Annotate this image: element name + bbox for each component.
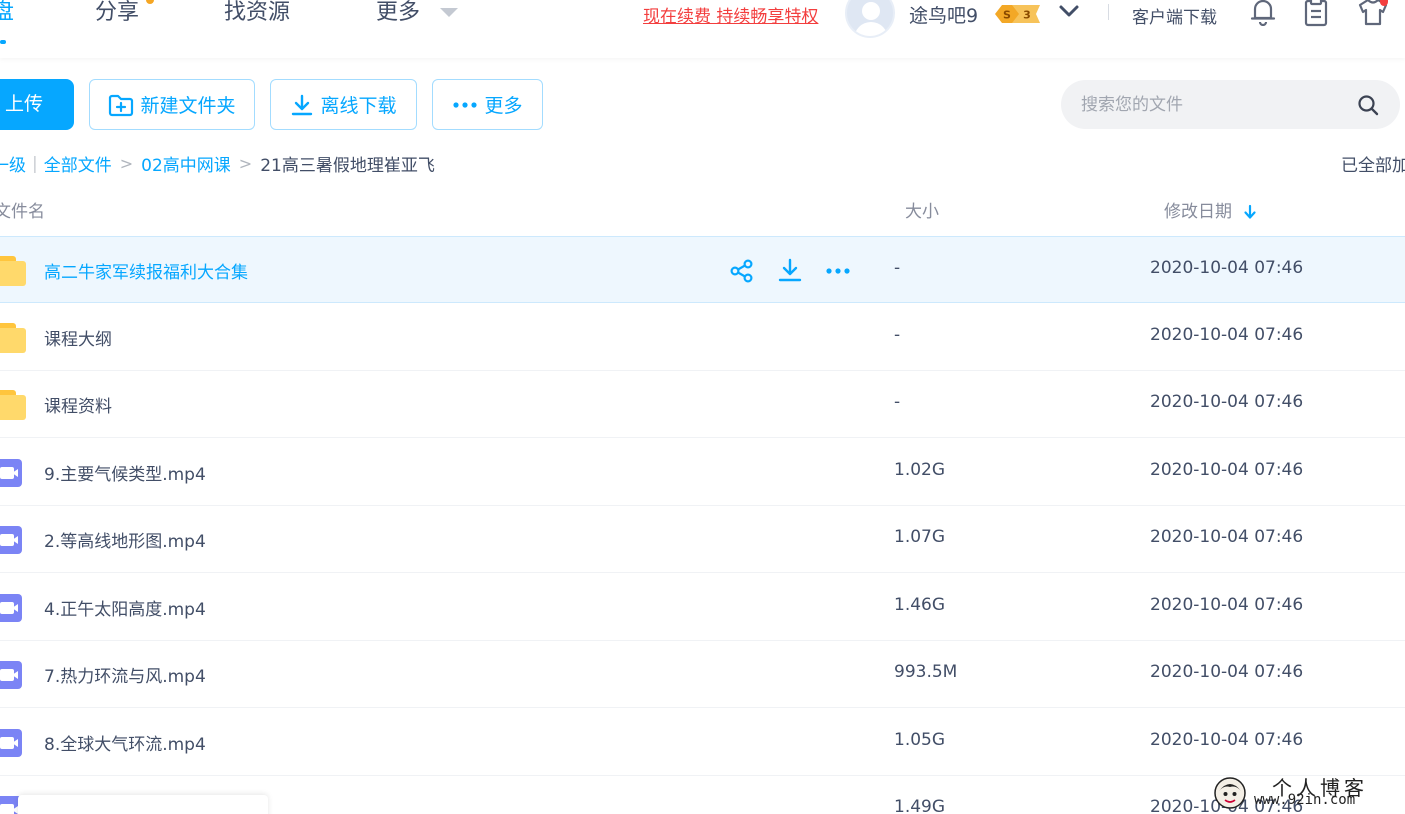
search-input[interactable] (1081, 80, 1341, 129)
file-size: 1.07G (894, 527, 946, 547)
file-size: - (894, 258, 901, 278)
file-modified-date: 2020-10-04 07:46 (1150, 258, 1304, 278)
loaded-status: 已全部加 (1341, 156, 1405, 176)
top-nav: 盘 分享 找资源 更多 现在续费 持续畅享特权 途鸟吧9 S 3 客户端下载 (0, 0, 1405, 58)
table-row[interactable]: 课程资料 - 2020-10-04 07:46 (0, 371, 1405, 438)
more-actions-button[interactable]: 更多 (432, 79, 543, 130)
download-icon[interactable] (777, 258, 803, 284)
tab-find-resources[interactable]: 找资源 (224, 0, 290, 26)
offline-download-button[interactable]: 离线下载 (270, 79, 417, 130)
toast-popup (18, 795, 268, 814)
file-name[interactable]: 9.主要气候类型.mp4 (44, 460, 206, 485)
nav-divider (1108, 4, 1109, 20)
tab-more[interactable]: 更多 (376, 0, 420, 26)
file-name[interactable]: 4.正午太阳高度.mp4 (44, 595, 206, 620)
file-size: 1.49G (894, 797, 946, 814)
blog-logo-icon (1214, 777, 1246, 809)
new-folder-button[interactable]: 新建文件夹 (89, 79, 255, 130)
table-row[interactable]: 课程大纲 - 2020-10-04 07:46 (0, 304, 1405, 371)
chevron-down-icon[interactable] (1058, 2, 1080, 20)
breadcrumb-separator: > (238, 154, 253, 173)
video-file-icon (0, 660, 26, 690)
username[interactable]: 途鸟吧9 (909, 1, 978, 28)
sort-desc-icon[interactable] (1243, 204, 1257, 220)
file-modified-date: 2020-10-04 07:46 (1150, 324, 1304, 345)
breadcrumb-item-all-files[interactable]: 全部文件 (44, 151, 112, 176)
more-actions-label: 更多 (484, 95, 523, 117)
ellipsis-icon[interactable] (825, 258, 851, 284)
file-size: 993.5M (894, 662, 958, 682)
table-row[interactable]: 4.正午太阳高度.mp4 1.46G 2020-10-04 07:46 (0, 574, 1405, 641)
breadcrumb-divider: | (32, 153, 38, 174)
new-folder-icon (109, 94, 134, 116)
column-header-date-label: 修改日期 (1164, 202, 1232, 222)
breadcrumb: 一级 | 全部文件 > 02高中网课 > 21高三暑假地理崔亚飞 (0, 151, 435, 177)
vip-letter: S (1003, 9, 1011, 22)
file-modified-date: 2020-10-04 07:46 (1150, 459, 1304, 480)
avatar[interactable] (845, 0, 895, 38)
tab-netdisk[interactable]: 盘 (0, 0, 14, 26)
search-box (1061, 80, 1400, 129)
file-modified-date: 2020-10-04 07:46 (1150, 729, 1304, 750)
file-modified-date: 2020-10-04 07:46 (1150, 662, 1304, 682)
bell-icon[interactable] (1250, 0, 1276, 26)
share-notice-dot (146, 0, 154, 4)
file-modified-date: 2020-10-04 07:46 (1150, 594, 1304, 615)
breadcrumb-separator: > (119, 154, 134, 173)
column-header-date[interactable]: 修改日期 (1164, 197, 1257, 222)
table-row[interactable]: 2.等高线地形图.mp4 1.07G 2020-10-04 07:46 (0, 506, 1405, 573)
share-icon[interactable] (729, 258, 755, 284)
file-size: 1.05G (894, 729, 946, 750)
breadcrumb-item-course[interactable]: 02高中网课 (141, 151, 231, 176)
breadcrumb-up-link[interactable]: 一级 (0, 151, 26, 176)
search-icon[interactable] (1357, 94, 1379, 116)
upload-button[interactable]: 上传 (0, 79, 74, 130)
new-folder-label: 新建文件夹 (140, 95, 236, 117)
file-size: 1.02G (894, 459, 946, 480)
folder-icon (0, 256, 26, 286)
file-size: - (894, 392, 901, 412)
column-header-name[interactable]: 文件名 (0, 197, 45, 222)
renew-vip-link[interactable]: 现在续费 持续畅享特权 (643, 2, 818, 27)
file-name[interactable]: 课程资料 (44, 392, 112, 417)
breadcrumb-current: 21高三暑假地理崔亚飞 (260, 156, 435, 176)
ellipsis-icon (453, 101, 478, 108)
table-row[interactable]: 高二牛家军续报福利大合集 - 2020-10-04 07:46 (0, 236, 1405, 303)
column-header-size[interactable]: 大小 (905, 197, 939, 222)
table-row[interactable]: 7.热力环流与风.mp4 993.5M 2020-10-04 07:46 (0, 641, 1405, 708)
video-file-icon (0, 593, 26, 623)
video-file-icon (0, 525, 26, 555)
file-size: 1.46G (894, 594, 946, 615)
folder-icon (0, 390, 26, 420)
clipboard-icon[interactable] (1303, 0, 1329, 27)
watermark-url: www.92in.com (1254, 792, 1356, 808)
file-modified-date: 2020-10-04 07:46 (1150, 392, 1304, 412)
more-caret-icon[interactable] (440, 8, 458, 17)
file-name[interactable]: 课程大纲 (44, 325, 112, 350)
vip-level: 3 (1023, 9, 1031, 22)
file-name[interactable]: 2.等高线地形图.mp4 (44, 527, 206, 552)
video-file-icon (0, 728, 26, 758)
video-file-icon (0, 458, 26, 488)
file-name[interactable]: 7.热力环流与风.mp4 (44, 662, 206, 687)
table-row[interactable]: 9.主要气候类型.mp4 1.02G 2020-10-04 07:46 (0, 439, 1405, 506)
offline-download-label: 离线下载 (320, 95, 397, 117)
client-download-link[interactable]: 客户端下载 (1132, 3, 1217, 28)
file-modified-date: 2020-10-04 07:46 (1150, 527, 1304, 547)
vip-badge-icon: S 3 (995, 5, 1040, 23)
file-name[interactable]: 高二牛家军续报福利大合集 (44, 258, 248, 283)
file-name[interactable]: 8.全球大气环流.mp4 (44, 730, 206, 755)
table-row[interactable]: 8.全球大气环流.mp4 1.05G 2020-10-04 07:46 (0, 709, 1405, 776)
tab-share[interactable]: 分享 (95, 0, 139, 26)
download-icon (292, 94, 313, 115)
folder-icon (0, 322, 26, 353)
active-tab-indicator (0, 40, 6, 44)
file-size: - (894, 324, 901, 345)
